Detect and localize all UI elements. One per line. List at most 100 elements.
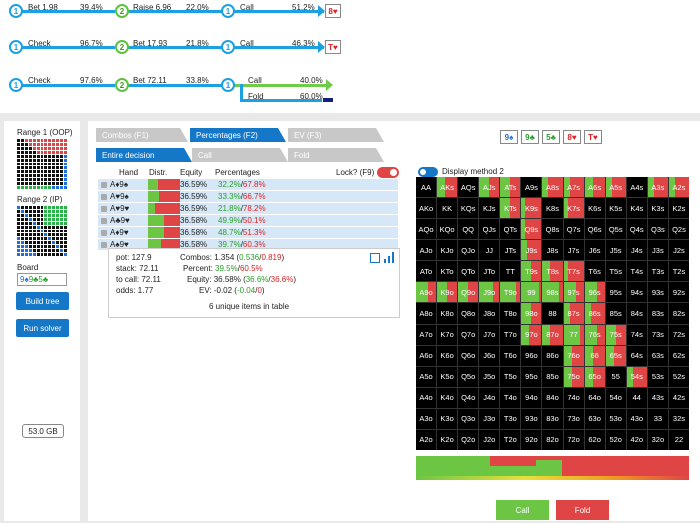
hand-cell[interactable]: 82o — [542, 429, 563, 450]
hand-cell[interactable]: A7s — [563, 177, 584, 198]
tab-fold[interactable]: Fold — [288, 148, 384, 162]
hand-cell[interactable]: 42o — [626, 429, 647, 450]
hand-cell[interactable]: 53o — [605, 408, 626, 429]
hand-cell[interactable]: 44 — [626, 387, 647, 408]
hand-cell[interactable]: T8s — [542, 261, 563, 282]
hand-cell[interactable]: A6s — [584, 177, 605, 198]
hand-cell[interactable]: ATs — [500, 177, 521, 198]
hand-cell[interactable]: 32s — [668, 408, 689, 429]
node-player2[interactable]: 2 — [115, 40, 129, 54]
hand-cell[interactable]: A5o — [416, 366, 437, 387]
hand-cell[interactable]: 43s — [647, 387, 668, 408]
table-row[interactable]: A♣9♥ 36.58% 49.9%/50.1% — [98, 215, 398, 226]
hand-cell[interactable]: T3o — [500, 408, 521, 429]
hand-matrix[interactable]: AA AKs AQs AJs ATs A9s A8s A7s A6s A5s A4s A3s A2s AK… — [416, 177, 689, 450]
hand-cell[interactable]: J3s — [647, 240, 668, 261]
hand-cell[interactable]: 65o — [584, 366, 605, 387]
hand-cell[interactable]: Q7o — [458, 324, 479, 345]
hand-cell[interactable]: AA — [416, 177, 437, 198]
hand-cell[interactable]: 55 — [605, 366, 626, 387]
hand-cell[interactable]: QTo — [458, 261, 479, 282]
hand-cell[interactable]: J8s — [542, 240, 563, 261]
hand-cell[interactable]: QJs — [479, 219, 500, 240]
hand-cell[interactable]: 96s — [584, 282, 605, 303]
hand-cell[interactable]: 64s — [626, 345, 647, 366]
node-player2[interactable]: 2 — [115, 4, 129, 18]
hand-cell[interactable]: AKs — [437, 177, 458, 198]
hand-cell[interactable]: 73s — [647, 324, 668, 345]
hand-cell[interactable]: 42s — [668, 387, 689, 408]
hand-cell[interactable]: Q6s — [584, 219, 605, 240]
hand-cell[interactable]: Q4s — [626, 219, 647, 240]
hand-cell[interactable]: AJo — [416, 240, 437, 261]
hand-cell[interactable]: 92s — [668, 282, 689, 303]
hand-cell[interactable]: T8o — [500, 303, 521, 324]
hand-cell[interactable]: KJs — [479, 198, 500, 219]
hand-cell[interactable]: QJo — [458, 240, 479, 261]
range1-grid[interactable] — [17, 139, 67, 189]
hand-cell[interactable]: 75s — [605, 324, 626, 345]
hand-cell[interactable]: T4s — [626, 261, 647, 282]
hand-cell[interactable]: J5o — [479, 366, 500, 387]
hand-cell[interactable]: K9o — [437, 282, 458, 303]
hand-cell[interactable]: 62s — [668, 345, 689, 366]
hand-cell[interactable]: 85s — [605, 303, 626, 324]
lock-toggle[interactable] — [377, 167, 399, 178]
hand-cell[interactable]: TT — [500, 261, 521, 282]
hand-cell[interactable]: ATo — [416, 261, 437, 282]
action-call-label[interactable]: Call — [248, 76, 262, 85]
hand-cell[interactable]: 63o — [584, 408, 605, 429]
hand-cell[interactable]: KQs — [458, 198, 479, 219]
node-player1[interactable]: 1 — [221, 4, 235, 18]
hand-cell[interactable]: A2o — [416, 429, 437, 450]
hand-cell[interactable]: T7s — [563, 261, 584, 282]
hand-cell[interactable]: 98s — [542, 282, 563, 303]
hand-cell[interactable]: 73o — [563, 408, 584, 429]
hand-cell[interactable]: 93s — [647, 282, 668, 303]
hand-cell[interactable]: 62o — [584, 429, 605, 450]
node-player1[interactable]: 1 — [9, 40, 23, 54]
hand-cell[interactable]: K6o — [437, 345, 458, 366]
hand-cell[interactable]: K5o — [437, 366, 458, 387]
hand-cell[interactable]: 43o — [626, 408, 647, 429]
hand-cell[interactable]: 77 — [563, 324, 584, 345]
hand-cell[interactable]: KJo — [437, 240, 458, 261]
build-tree-button[interactable]: Build tree — [16, 292, 69, 310]
hand-cell[interactable]: A7o — [416, 324, 437, 345]
hand-cell[interactable]: JTo — [479, 261, 500, 282]
hand-cell[interactable]: T9s — [521, 261, 542, 282]
tab-combos[interactable]: Combos (F1) — [96, 128, 188, 142]
hand-cell[interactable]: T7o — [500, 324, 521, 345]
hand-cell[interactable]: 96o — [521, 345, 542, 366]
table-row[interactable]: A♥9♠ 36.59% 33.3%/66.7% — [98, 191, 398, 202]
hand-cell[interactable]: 22 — [668, 429, 689, 450]
hand-cell[interactable]: 74o — [563, 387, 584, 408]
hand-cell[interactable]: K8s — [542, 198, 563, 219]
hand-cell[interactable]: Q5s — [605, 219, 626, 240]
hand-cell[interactable]: K7o — [437, 324, 458, 345]
display-method-toggle[interactable] — [418, 167, 438, 177]
chart-icon[interactable] — [384, 252, 395, 263]
hand-cell[interactable]: 52o — [605, 429, 626, 450]
range2-grid[interactable] — [17, 206, 67, 256]
hand-cell[interactable]: Q8o — [458, 303, 479, 324]
hand-cell[interactable]: 72o — [563, 429, 584, 450]
table-row[interactable]: A♦9♥ 36.58% 48.7%/51.3% — [98, 227, 398, 238]
hand-cell[interactable]: AKo — [416, 198, 437, 219]
hand-cell[interactable]: T5o — [500, 366, 521, 387]
node-player1[interactable]: 1 — [9, 78, 23, 92]
hand-cell[interactable]: J7o — [479, 324, 500, 345]
hand-cell[interactable]: QQ — [458, 219, 479, 240]
hand-cell[interactable]: 65s — [605, 345, 626, 366]
hand-cell[interactable]: A8o — [416, 303, 437, 324]
hand-cell[interactable]: JTs — [500, 240, 521, 261]
tab-call[interactable]: Call — [192, 148, 288, 162]
hand-cell[interactable]: Q8s — [542, 219, 563, 240]
hand-cell[interactable]: 63s — [647, 345, 668, 366]
hand-cell[interactable]: A4o — [416, 387, 437, 408]
hand-cell[interactable]: 82s — [668, 303, 689, 324]
hand-cell[interactable]: 93o — [521, 408, 542, 429]
node-player1[interactable]: 1 — [221, 78, 235, 92]
river-card[interactable]: T♥ — [325, 40, 341, 54]
hand-cell[interactable]: J6o — [479, 345, 500, 366]
